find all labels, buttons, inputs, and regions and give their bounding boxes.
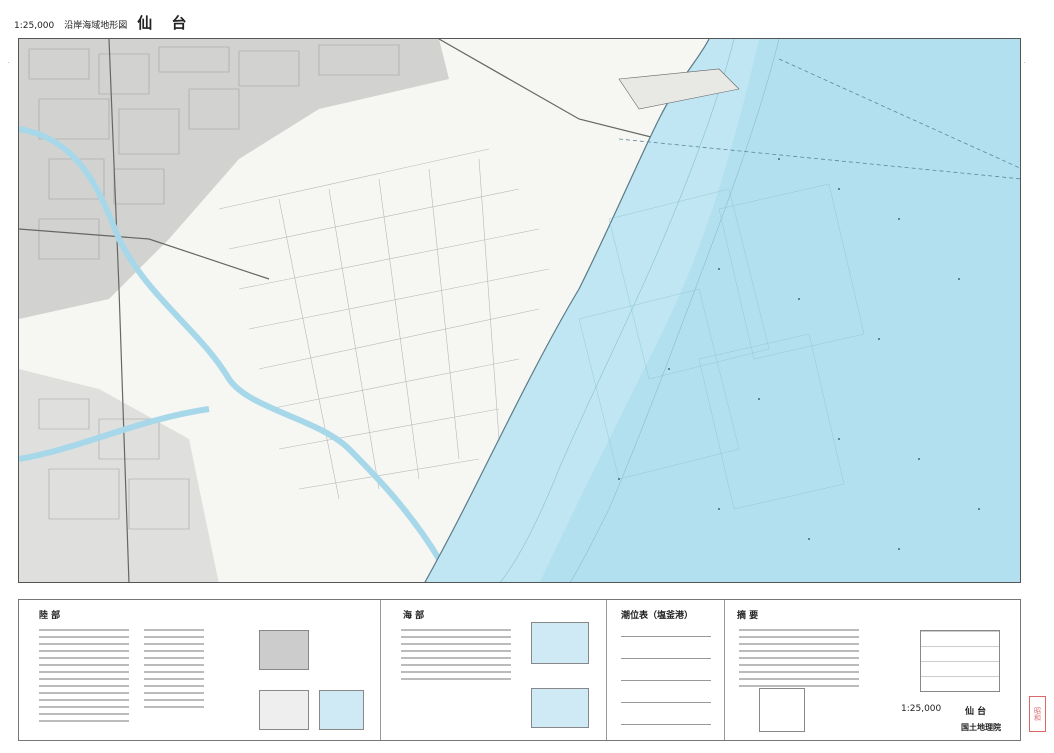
legend-sample-map	[259, 690, 309, 730]
tide-row	[621, 724, 711, 725]
map-drawing	[19, 39, 1020, 582]
legend-sample-map	[319, 690, 364, 730]
land-symbols	[39, 624, 129, 727]
tide-table: 潮位表（塩釜港）	[607, 600, 725, 740]
land-legend: 陸 部	[19, 600, 381, 740]
legend-sample-map	[259, 630, 309, 670]
map-canvas[interactable]	[18, 38, 1021, 583]
sheet-scale: 1:25,000	[901, 704, 942, 714]
notes-heading: 摘 要	[737, 611, 759, 621]
sheet-place: 仙 台	[965, 707, 987, 717]
tide-table-heading: 潮位表（塩釜港）	[621, 611, 694, 621]
legend-area: 陸 部 海 部 潮位表（塩釜港） 摘 要 1:25,000 仙 台 国土地理院	[18, 599, 1021, 741]
adjacent-sheets-index	[920, 630, 1000, 692]
edge-coordinate: ·	[1024, 60, 1026, 66]
legend-sample-map	[531, 688, 589, 728]
tide-row	[621, 636, 711, 637]
place-name: 仙 台	[137, 14, 194, 32]
seal-stamp: 昭和	[1029, 696, 1046, 732]
sea-legend: 海 部	[381, 600, 607, 740]
sea-legend-heading: 海 部	[403, 611, 425, 621]
land-symbols-2	[144, 624, 204, 713]
notes-lines	[739, 624, 859, 692]
tide-row	[621, 702, 711, 703]
tide-row	[621, 658, 711, 659]
legend-sample-map	[531, 622, 589, 664]
series-name: 沿岸海域地形図	[64, 21, 128, 31]
tide-row	[621, 680, 711, 681]
map-title: 1:25,000 沿岸海域地形図 仙 台	[14, 12, 194, 33]
edge-coordinate: ·	[8, 60, 10, 66]
publisher-name: 国土地理院	[961, 723, 1001, 732]
sea-symbols	[401, 624, 511, 685]
scale-text: 1:25,000	[14, 21, 55, 31]
notes-panel: 摘 要 1:25,000 仙 台 国土地理院	[725, 600, 1022, 740]
land-legend-heading: 陸 部	[39, 611, 61, 621]
index-diagram	[759, 688, 805, 732]
